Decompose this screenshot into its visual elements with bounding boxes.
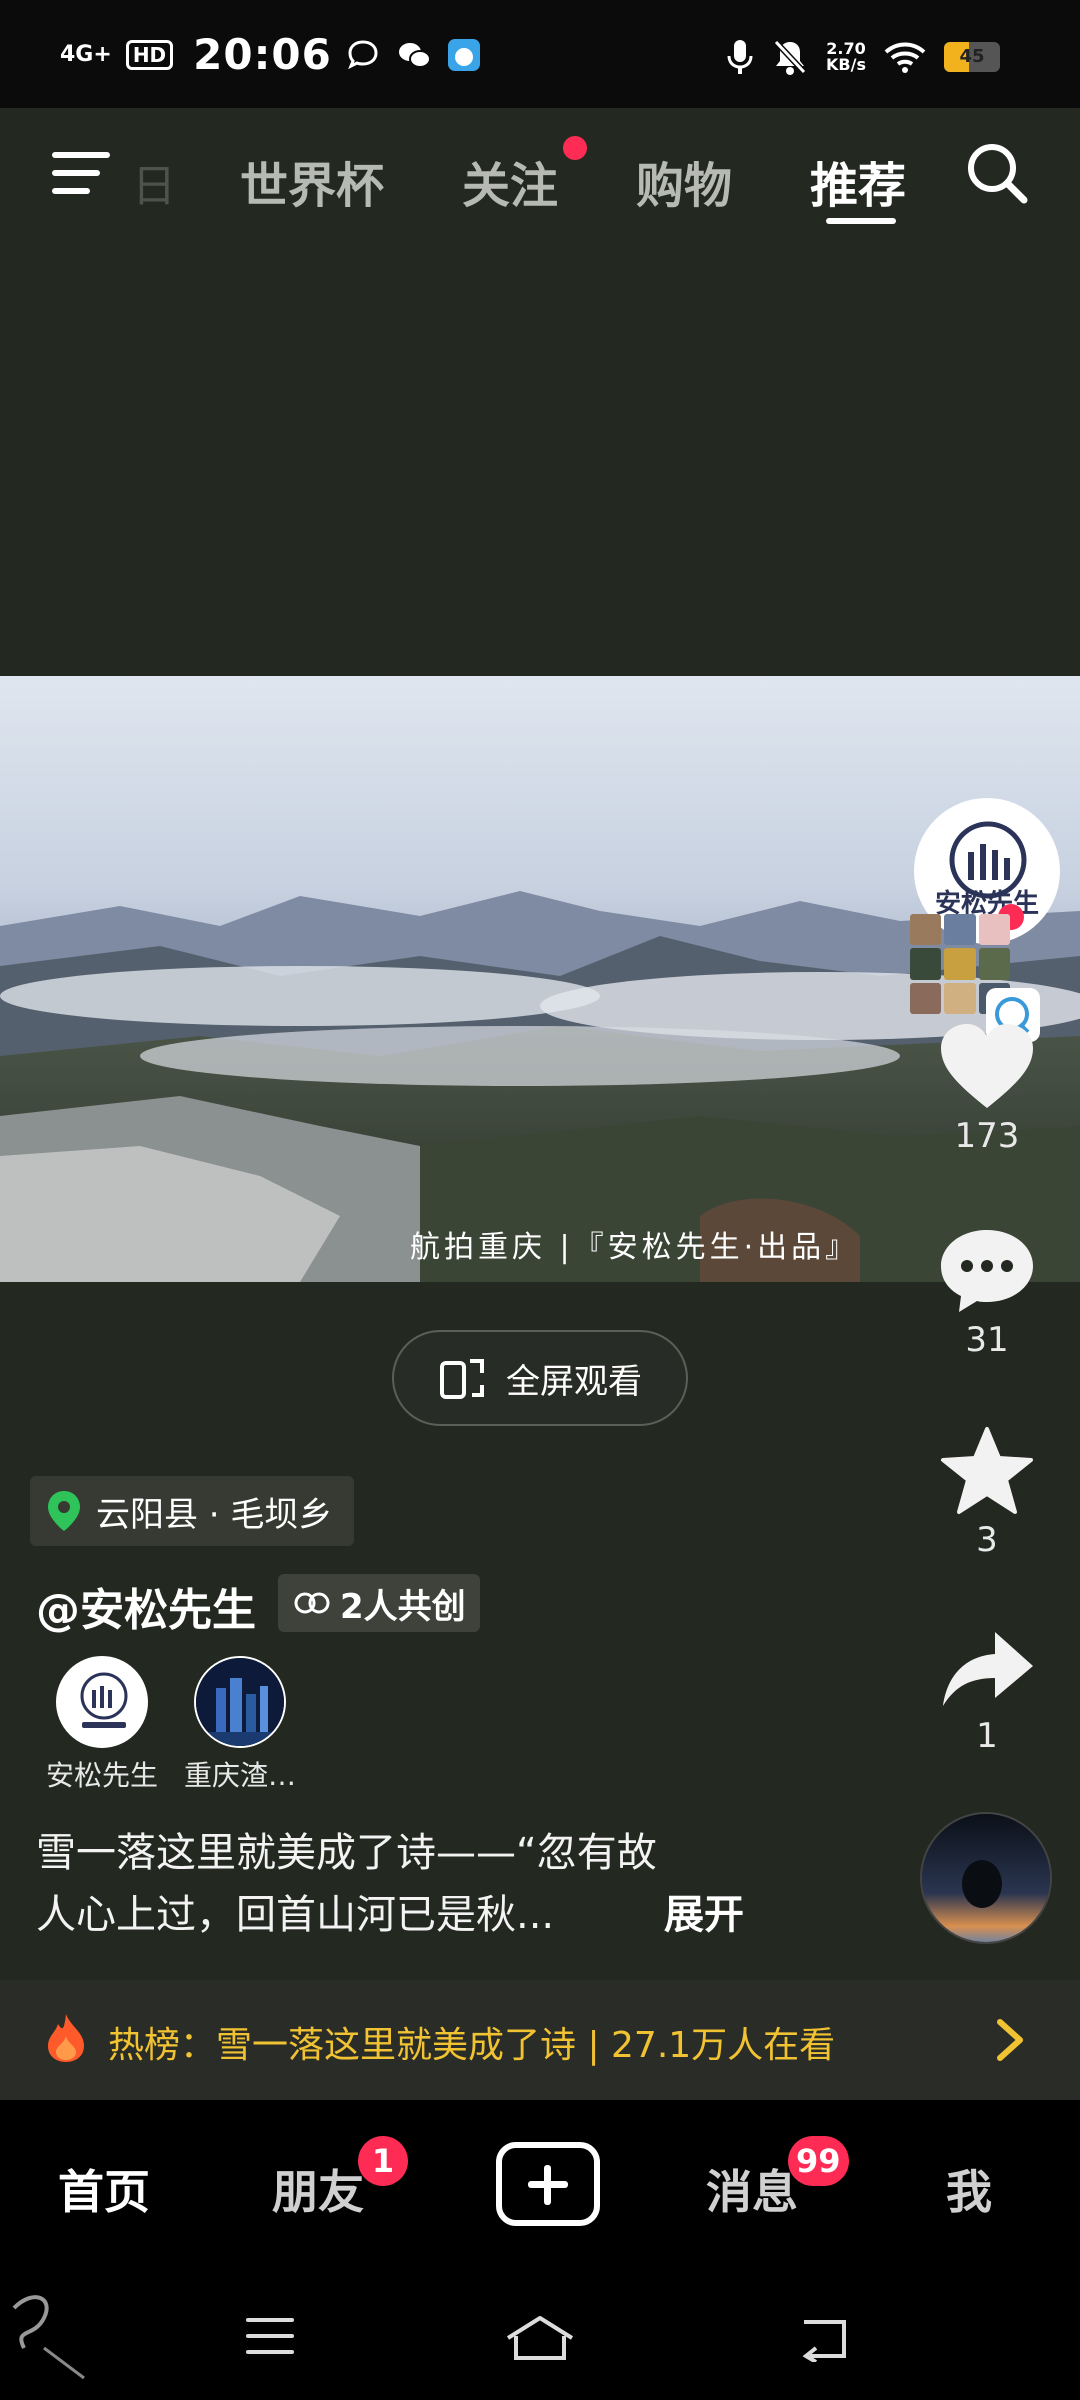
creator-avatar	[194, 1656, 286, 1748]
hot-list-text: 热榜：雪一落这里就美成了诗 | 27.1万人在看	[108, 2025, 836, 2066]
cocreate-icon	[294, 1592, 330, 1614]
back-icon[interactable]	[796, 2314, 852, 2362]
comment-icon[interactable]	[937, 1226, 1037, 1316]
author-name[interactable]: @安松先生	[36, 1574, 256, 1638]
location-label: 云阳县 · 毛坝乡	[96, 1494, 333, 1535]
fullscreen-button[interactable]: 全屏观看	[392, 1330, 688, 1426]
recent-apps-icon[interactable]	[244, 2314, 296, 2358]
chat-notification-icon	[348, 39, 378, 69]
wechat-icon	[398, 42, 431, 68]
tab-world-cup[interactable]: 世界杯	[240, 146, 384, 216]
mosaic-tile	[910, 982, 942, 1014]
mosaic-tile	[978, 914, 1010, 946]
city-night-image	[196, 1658, 284, 1746]
following-notification-dot	[563, 136, 587, 160]
status-bar: 4G+ HD 20:06 2.70 KB/s 45	[0, 0, 1080, 108]
tab-following[interactable]: 关注	[462, 146, 558, 216]
creator-name: 重庆渣…	[183, 1759, 296, 1792]
system-nav-bar	[0, 2276, 1080, 2400]
star-icon[interactable]	[939, 1426, 1035, 1516]
like-action[interactable]: 173	[930, 1022, 1044, 1156]
location-tag[interactable]: 云阳县 · 毛坝乡	[30, 1476, 355, 1546]
description-line: 雪一落这里就美成了诗——“忽有故	[36, 1830, 657, 1876]
home-icon[interactable]	[504, 2314, 576, 2362]
mosaic-tile	[944, 914, 976, 946]
share-action[interactable]: 1	[930, 1628, 1044, 1756]
mute-bell-icon	[773, 39, 807, 75]
tab-recommend[interactable]: 推荐	[810, 146, 906, 216]
music-disc[interactable]	[920, 1812, 1052, 1944]
flame-icon	[48, 2014, 84, 2062]
fullscreen-label: 全屏观看	[506, 1361, 642, 1402]
menu-icon[interactable]	[52, 150, 114, 196]
mosaic-tile	[944, 948, 976, 980]
tab-ghost[interactable]: 日	[132, 150, 176, 214]
mosaic-tile	[944, 982, 976, 1014]
search-icon[interactable]	[964, 140, 1030, 206]
status-left: 4G+ HD 20:06	[60, 30, 482, 79]
cocreate-badge[interactable]: 2人共创	[278, 1574, 480, 1632]
messages-badge: 99	[788, 2136, 849, 2186]
wifi-icon	[884, 42, 926, 73]
music-cover-image	[922, 1814, 1050, 1942]
plus-icon[interactable]	[496, 2142, 600, 2226]
bottom-nav: 首页 朋友 1 消息 99 我	[0, 2100, 1080, 2276]
microphone-icon	[727, 40, 753, 74]
comment-action[interactable]: 31	[930, 1226, 1044, 1360]
heart-icon[interactable]	[937, 1022, 1037, 1112]
mosaic-tile	[910, 914, 942, 946]
comment-count: 31	[965, 1320, 1009, 1360]
nav-home[interactable]: 首页	[58, 2156, 150, 2222]
favorite-action[interactable]: 3	[930, 1426, 1044, 1560]
friends-badge: 1	[358, 2136, 408, 2186]
top-nav: 日 世界杯 关注 购物 推荐	[0, 108, 1080, 234]
nav-friends[interactable]: 朋友	[272, 2156, 364, 2222]
creator-item[interactable]: 重庆渣…	[170, 1656, 310, 1794]
share-count: 1	[976, 1716, 998, 1756]
hd-indicator: HD	[125, 39, 174, 70]
battery-indicator: 45	[944, 42, 1000, 72]
like-count: 173	[954, 1116, 1020, 1156]
speed-unit: KB/s	[826, 55, 866, 74]
chevron-right-icon	[997, 2019, 1023, 2061]
cocreate-label: 2人共创	[340, 1586, 466, 1627]
hot-list-bar[interactable]: 热榜：雪一落这里就美成了诗 | 27.1万人在看	[0, 1980, 1080, 2100]
corner-watermark-logo	[12, 2295, 85, 2380]
status-right: 2.70 KB/s 45	[726, 38, 1000, 76]
fullscreen-icon	[440, 1359, 484, 1399]
favorite-count: 3	[976, 1520, 998, 1560]
video-watermark: 航拍重庆 |『安松先生·出品』	[410, 1230, 860, 1265]
creator-avatar	[56, 1656, 148, 1748]
author-logo-icon	[80, 1672, 128, 1728]
mosaic-tile	[978, 948, 1010, 980]
network-speed: 2.70 KB/s	[826, 41, 866, 73]
app-notification-icon	[447, 38, 480, 71]
location-pin-icon	[48, 1491, 80, 1531]
share-icon[interactable]	[939, 1628, 1035, 1712]
expand-button[interactable]: 展开	[664, 1884, 744, 1946]
nav-me[interactable]: 我	[946, 2156, 992, 2222]
battery-level: 45	[959, 46, 985, 67]
mosaic-tile	[910, 948, 942, 980]
creator-name: 安松先生	[45, 1759, 158, 1792]
tab-shopping[interactable]: 购物	[636, 146, 732, 216]
network-indicator: 4G+	[60, 41, 112, 67]
nav-messages[interactable]: 消息	[706, 2156, 798, 2222]
creator-item[interactable]: 安松先生	[32, 1656, 172, 1794]
clock: 20:06	[193, 30, 332, 79]
active-tab-indicator	[826, 218, 896, 224]
